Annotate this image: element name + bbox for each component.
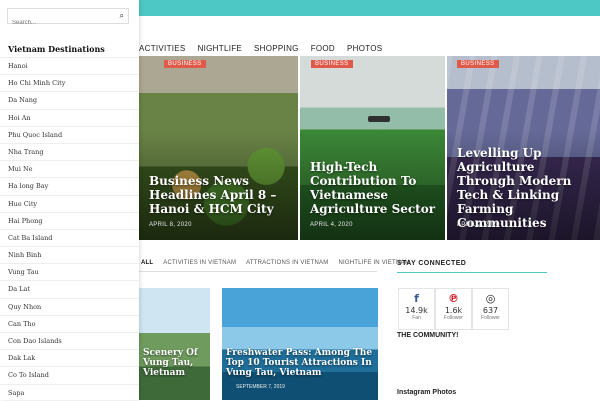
card-date: SEPTEMBER 7, 2019 [236, 384, 285, 390]
facebook-icon: f [414, 292, 419, 305]
destination-item[interactable]: Da Nang [0, 91, 139, 108]
destination-item[interactable]: Ninh Binh [0, 246, 139, 263]
destination-item[interactable]: Ha long Bay [0, 177, 139, 194]
destination-item[interactable]: Hanoi [0, 57, 139, 74]
hero-post-1[interactable]: BUSINESS Business News Headlines April 8… [139, 56, 298, 240]
tab-attractions[interactable]: ATTRACTIONS IN VIETNAM [246, 260, 328, 266]
social-label: Fan [412, 315, 421, 321]
destination-item[interactable]: Hoi An [0, 108, 139, 126]
destination-item[interactable]: Dak Lak [0, 349, 139, 366]
social-count: 637 [482, 306, 499, 315]
destination-item[interactable]: Con Dao Islands [0, 332, 139, 349]
divider [139, 271, 377, 272]
destinations-list: Hanoi Ho Chi Minh City Da Nang Hoi An Phu Qu… [0, 57, 139, 401]
destination-item[interactable]: Sapa [0, 383, 139, 401]
destination-item[interactable]: Hue City [0, 194, 139, 212]
card-title[interactable]: Scenery Of Vung Tau, Vietnam [143, 348, 206, 378]
community-heading: THE COMMUNITY! [397, 332, 459, 339]
social-label: Follower [481, 315, 500, 321]
post-card-2[interactable]: Freshwater Pass: Among The Top 10 Touris… [222, 288, 378, 400]
social-count: 14.9k [405, 306, 428, 315]
post-date: APRIL 8, 2020 [149, 222, 192, 228]
pinterest-icon: ℗ [448, 292, 459, 305]
destination-item[interactable]: Cat Ba Island [0, 228, 139, 246]
instagram-icon: ◎ [485, 292, 496, 305]
instagram-heading: Instagram Photos [397, 389, 457, 396]
side-menu-panel: ⌕ Vietnam Destinations HanoiHo Chi Minh … [0, 0, 139, 400]
post-date: APRIL 2, 2020 [457, 222, 500, 228]
category-badge[interactable]: BUSINESS [311, 60, 353, 68]
social-pinterest[interactable]: ℗ 1.6k Follower [435, 288, 472, 330]
destination-item[interactable]: Ho Chi Minh City [0, 74, 139, 91]
social-label: Follower [444, 315, 463, 321]
category-tabs: ALL ACTIVITIES IN VIETNAM ATTRACTIONS IN… [141, 260, 410, 266]
category-badge[interactable]: BUSINESS [164, 60, 206, 68]
card-title[interactable]: Freshwater Pass: Among The Top 10 Touris… [226, 348, 374, 378]
stay-connected-heading: STAY CONNECTED [397, 260, 467, 267]
tab-all[interactable]: ALL [141, 260, 153, 266]
divider [397, 272, 547, 273]
destination-item[interactable]: Nha Trang [0, 142, 139, 160]
destination-item[interactable]: Mui Ne [0, 160, 139, 177]
post-title[interactable]: Business News Headlines April 8 – Hanoi … [149, 174, 290, 216]
destination-item[interactable]: Da Lat [0, 280, 139, 297]
social-facebook[interactable]: f 14.9k Fan [398, 288, 435, 330]
destination-item[interactable]: Quy Nhon [0, 297, 139, 315]
search-input[interactable] [8, 16, 116, 30]
destination-item[interactable]: Co To Island [0, 366, 139, 383]
search-box: ⌕ [7, 8, 129, 30]
category-badge[interactable]: BUSINESS [457, 60, 499, 68]
hero-post-2[interactable]: BUSINESS High-Tech Contribution To Vietn… [300, 56, 445, 240]
hero-post-3[interactable]: BUSINESS Levelling Up Agriculture Throug… [447, 56, 600, 240]
tab-activities[interactable]: ACTIVITIES IN VIETNAM [163, 260, 236, 266]
destinations-title: Vietnam Destinations [8, 44, 105, 54]
post-date: APRIL 4, 2020 [310, 222, 353, 228]
destination-item[interactable]: Can Tho [0, 314, 139, 332]
social-count: 1.6k [444, 306, 463, 315]
destination-item[interactable]: Phu Quoc Island [0, 125, 139, 143]
post-title[interactable]: High-Tech Contribution To Vietnamese Agr… [310, 160, 437, 216]
post-title[interactable]: Levelling Up Agriculture Through Modern … [457, 146, 592, 230]
destination-item[interactable]: Vung Tau [0, 263, 139, 280]
social-instagram[interactable]: ◎ 637 Follower [472, 288, 509, 330]
destination-item[interactable]: Hai Phong [0, 211, 139, 229]
search-icon[interactable]: ⌕ [120, 11, 124, 21]
post-card-1[interactable]: Scenery Of Vung Tau, Vietnam [139, 288, 210, 400]
